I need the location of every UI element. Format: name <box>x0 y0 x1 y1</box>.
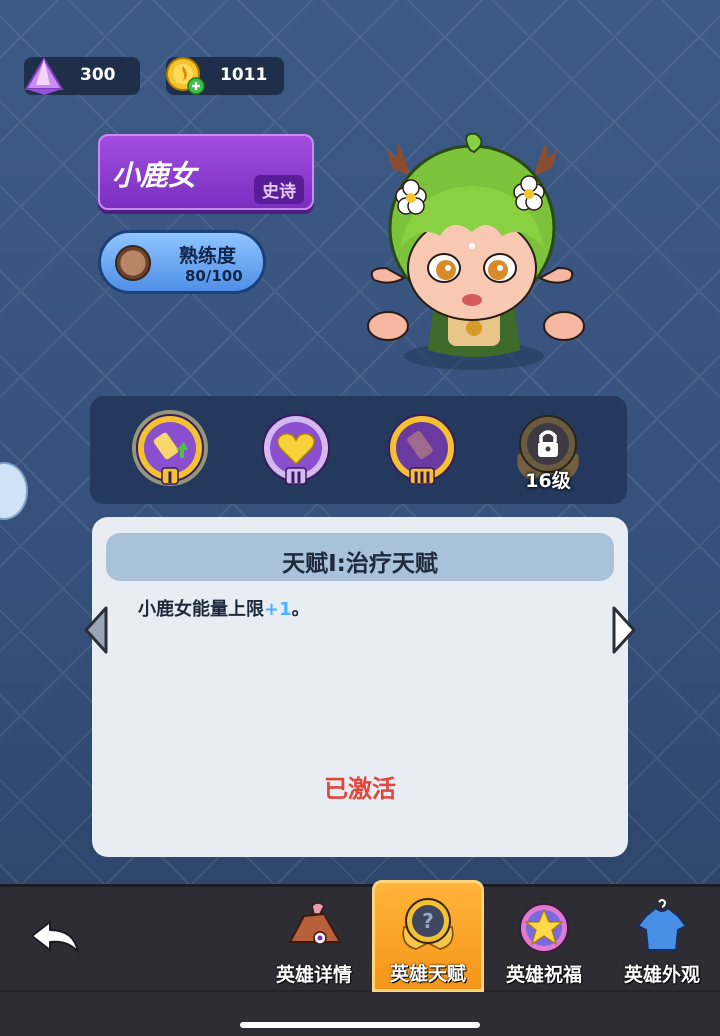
proficiency-medal-icon <box>115 245 151 281</box>
talent-slot-2[interactable]: II <box>256 410 336 490</box>
next-arrow-icon[interactable] <box>610 604 638 656</box>
proficiency-button[interactable]: 熟练度 80/100 <box>98 230 266 294</box>
talent-slot-1[interactable]: I <box>130 410 210 490</box>
talent-2-numeral: II <box>290 468 302 487</box>
talent-slot-locked[interactable]: 16级 <box>508 410 588 492</box>
activation-status: 已激活 <box>324 775 396 803</box>
hero-character-portrait <box>367 132 585 370</box>
hero-name-banner: 小鹿女 史诗 <box>98 134 314 210</box>
unlock-level-label: 16级 <box>525 470 571 492</box>
gem-icon <box>24 57 64 95</box>
gem-count: 300 <box>80 65 116 85</box>
tab-hero-details[interactable]: 英雄详情 <box>258 884 370 992</box>
tab-hero-talent[interactable]: ? 英雄天赋 <box>372 880 484 992</box>
description-bonus: +1 <box>264 599 292 620</box>
description-text: 小鹿女能量上限 <box>138 599 264 620</box>
coin-icon <box>166 57 205 95</box>
tab-hero-details-label: 英雄详情 <box>275 964 352 986</box>
rarity-badge: 史诗 <box>254 175 304 204</box>
tab-hero-talent-label: 英雄天赋 <box>389 963 466 985</box>
hero-name: 小鹿女 <box>112 159 197 192</box>
tab-hero-appearance-label: 英雄外观 <box>623 964 700 986</box>
hero-appearance-icon <box>637 899 687 951</box>
talent-title: 天赋Ⅰ:治疗天赋 <box>282 551 438 577</box>
talent-3-numeral: III <box>413 468 431 487</box>
hero-details-icon <box>288 902 342 945</box>
home-indicator <box>240 1022 480 1028</box>
coin-counter[interactable]: 1011 <box>166 57 284 95</box>
back-arrow-icon[interactable] <box>28 918 84 958</box>
talent-1-numeral: I <box>167 468 173 487</box>
gem-counter[interactable]: 300 <box>24 57 140 95</box>
hero-talent-icon: ? <box>402 898 454 950</box>
tab-hero-blessing[interactable]: 英雄祝福 <box>488 884 600 992</box>
description-suffix: 。 <box>291 599 310 620</box>
svg-text:?: ? <box>422 909 434 933</box>
tab-hero-appearance[interactable]: 英雄外观 <box>606 884 718 992</box>
coin-count: 1011 <box>220 65 268 85</box>
proficiency-label: 熟练度 <box>179 245 237 267</box>
talent-description: 小鹿女能量上限+1。 <box>138 595 310 621</box>
proficiency-value: 80/100 <box>185 267 243 285</box>
talent-detail-panel: 天赋Ⅰ:治疗天赋 小鹿女能量上限+1。 已激活 <box>92 517 628 857</box>
prev-arrow-icon[interactable] <box>82 604 110 656</box>
hero-blessing-icon <box>519 903 569 953</box>
talent-slot-3[interactable]: III <box>382 410 462 490</box>
tab-hero-blessing-label: 英雄祝福 <box>505 964 582 986</box>
talent-title-bar: 天赋Ⅰ:治疗天赋 <box>106 533 614 581</box>
